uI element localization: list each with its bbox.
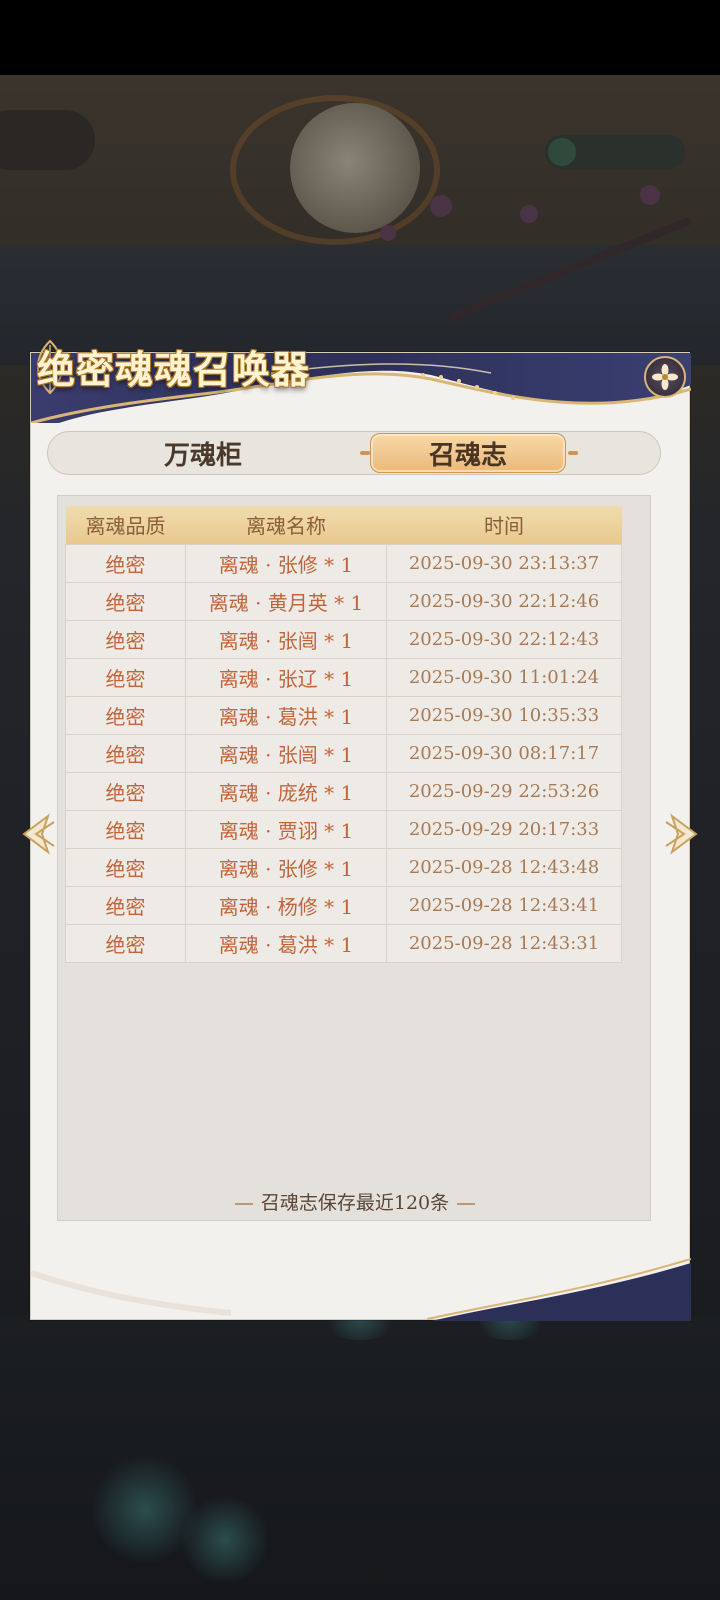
cell-quality: 绝密 (65, 619, 186, 659)
dialog-bottom-ornament (31, 1253, 691, 1321)
summon-log-table: 离魂品质 离魂名称 时间 绝密 离魂 · 张修 * 1 2025-09-30 23:… (65, 506, 622, 963)
cell-quality: 绝密 (65, 771, 186, 811)
divider-ornament (457, 1203, 476, 1205)
cell-time: 2025-09-28 12:43:41 (386, 885, 622, 925)
table-row: 绝密 离魂 · 张闿 * 1 2025-09-30 22:12:43 (65, 619, 622, 659)
background-button-left (0, 110, 95, 170)
table-row: 绝密 离魂 · 杨修 * 1 2025-09-28 12:43:41 (65, 885, 622, 925)
cell-name: 离魂 · 张辽 * 1 (185, 657, 387, 697)
blossom (430, 195, 452, 217)
cell-time: 2025-09-30 08:17:17 (386, 733, 622, 773)
cell-name: 离魂 · 庞统 * 1 (185, 771, 387, 811)
cell-time: 2025-09-28 12:43:48 (386, 847, 622, 887)
cell-quality: 绝密 (65, 923, 186, 963)
cell-name: 离魂 · 张修 * 1 (185, 847, 387, 887)
cell-time: 2025-09-30 11:01:24 (386, 657, 622, 697)
table-row: 绝密 离魂 · 张辽 * 1 2025-09-30 11:01:24 (65, 657, 622, 697)
background-button-icon (548, 138, 576, 166)
cell-name: 离魂 · 黄月英 * 1 (185, 581, 387, 621)
table-row: 绝密 离魂 · 张闿 * 1 2025-09-30 08:17:17 (65, 733, 622, 773)
table-row: 绝密 离魂 · 葛洪 * 1 2025-09-28 12:43:31 (65, 923, 622, 963)
cell-time: 2025-09-30 10:35:33 (386, 695, 622, 735)
blossom (640, 185, 660, 205)
cell-quality: 绝密 (65, 581, 186, 621)
close-flower-icon (652, 364, 678, 390)
cell-name: 离魂 · 葛洪 * 1 (185, 695, 387, 735)
summon-log-dialog: 绝密魂魂召唤器 万魂柜 召魂志 离魂品质 离魂名称 时间 绝密 离魂 · 张修 … (30, 339, 691, 1321)
column-header-time: 时间 (386, 506, 622, 544)
footer-note-text: 召魂志保存最近120条 (260, 1192, 450, 1214)
cell-name: 离魂 · 贾诩 * 1 (185, 809, 387, 849)
tab-summon-log[interactable]: 召魂志 (370, 433, 566, 473)
cell-time: 2025-09-30 23:13:37 (386, 543, 622, 583)
close-button[interactable] (644, 356, 686, 398)
cell-quality: 绝密 (65, 543, 186, 583)
cell-quality: 绝密 (65, 657, 186, 697)
blossom (520, 205, 538, 223)
cell-name: 离魂 · 张闿 * 1 (185, 733, 387, 773)
tab-bar: 万魂柜 召魂志 (47, 431, 661, 475)
tab-soul-cabinet[interactable]: 万魂柜 (48, 432, 358, 474)
cell-time: 2025-09-28 12:43:31 (386, 923, 622, 963)
chevron-right-icon[interactable] (662, 812, 706, 856)
background-glow (180, 1495, 270, 1585)
chevron-left-icon[interactable] (14, 812, 58, 856)
cell-quality: 绝密 (65, 809, 186, 849)
cell-name: 离魂 · 张闿 * 1 (185, 619, 387, 659)
tab-decoration (360, 451, 370, 455)
cell-quality: 绝密 (65, 733, 186, 773)
blossom (380, 225, 396, 241)
table-header-row: 离魂品质 离魂名称 时间 (65, 506, 622, 544)
dialog-title: 绝密魂魂召唤器 (37, 347, 311, 392)
cell-time: 2025-09-30 22:12:43 (386, 619, 622, 659)
table-row: 绝密 离魂 · 贾诩 * 1 2025-09-29 20:17:33 (65, 809, 622, 849)
cell-name: 离魂 · 葛洪 * 1 (185, 923, 387, 963)
cell-name: 离魂 · 杨修 * 1 (185, 885, 387, 925)
table-row: 绝密 离魂 · 黄月英 * 1 2025-09-30 22:12:46 (65, 581, 622, 621)
tab-decoration (568, 451, 578, 455)
cell-quality: 绝密 (65, 885, 186, 925)
table-body: 绝密 离魂 · 张修 * 1 2025-09-30 23:13:37 绝密 离魂 · 黄… (65, 543, 622, 963)
moon (290, 103, 420, 233)
divider-ornament (234, 1203, 253, 1205)
cell-time: 2025-09-30 22:12:46 (386, 581, 622, 621)
cell-quality: 绝密 (65, 695, 186, 735)
cell-time: 2025-09-29 20:17:33 (386, 809, 622, 849)
table-row: 绝密 离魂 · 葛洪 * 1 2025-09-30 10:35:33 (65, 695, 622, 735)
cell-time: 2025-09-29 22:53:26 (386, 771, 622, 811)
footer-note: 召魂志保存最近120条 (58, 1188, 652, 1215)
cell-name: 离魂 · 张修 * 1 (185, 543, 387, 583)
table-row: 绝密 离魂 · 张修 * 1 2025-09-28 12:43:48 (65, 847, 622, 887)
table-row: 绝密 离魂 · 庞统 * 1 2025-09-29 22:53:26 (65, 771, 622, 811)
summon-log-panel: 离魂品质 离魂名称 时间 绝密 离魂 · 张修 * 1 2025-09-30 23:… (57, 495, 651, 1221)
cell-quality: 绝密 (65, 847, 186, 887)
column-header-name: 离魂名称 (185, 506, 387, 544)
column-header-quality: 离魂品质 (65, 506, 186, 544)
background-lower-scene (0, 1315, 720, 1600)
table-row: 绝密 离魂 · 张修 * 1 2025-09-30 23:13:37 (65, 543, 622, 583)
